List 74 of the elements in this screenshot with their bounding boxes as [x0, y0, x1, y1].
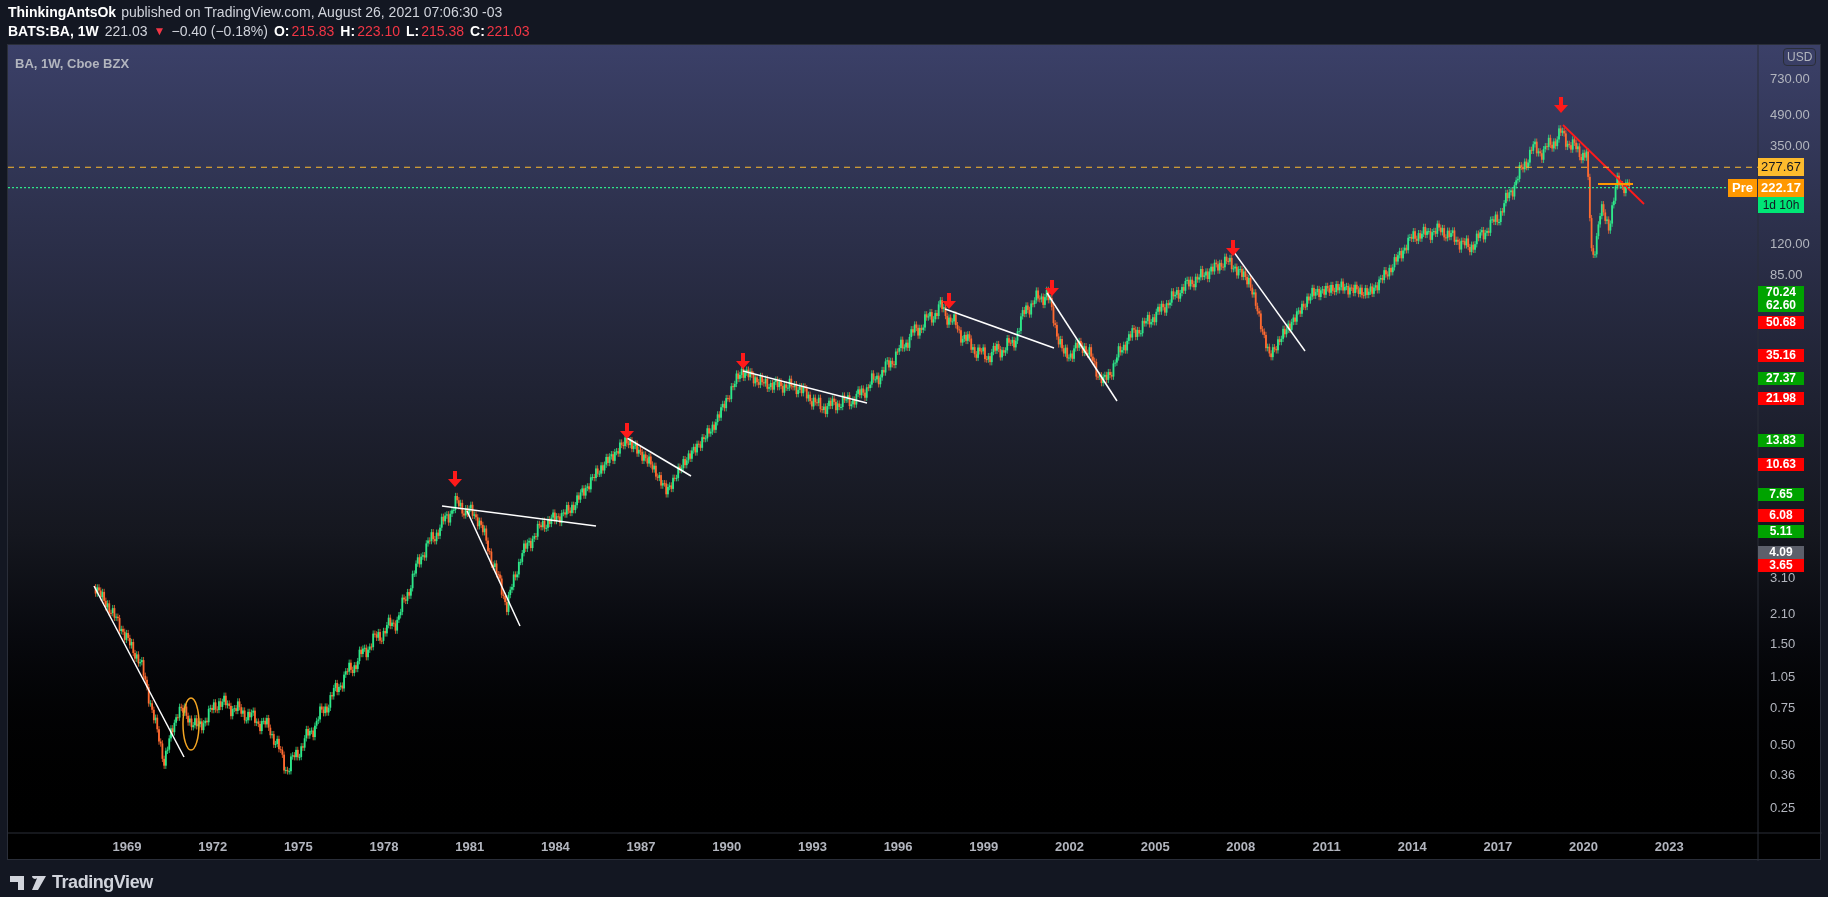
last-price: 221.03	[104, 22, 148, 41]
session-badge: Pre	[1728, 178, 1757, 197]
time-axis-label: 2008	[1225, 839, 1257, 855]
ohlc-value: 221.03	[486, 22, 530, 41]
time-axis-label: 2005	[1139, 839, 1171, 855]
price-axis-label: 490.00	[1769, 109, 1811, 122]
time-axis-label: 2014	[1396, 839, 1428, 855]
author-name: ThinkingAntsOk	[8, 3, 117, 22]
chart-legend: BA, 1W, Cboe BZX	[15, 54, 130, 74]
price-axis-label: 730.00	[1769, 72, 1811, 85]
price-badge: 5.11	[1758, 525, 1804, 539]
time-axis-label: 1969	[111, 839, 143, 855]
time-axis-label: 1996	[882, 839, 914, 855]
down-arrow-icon	[1554, 97, 1568, 113]
price-badge: 35.16	[1758, 349, 1804, 363]
down-arrow-icon	[448, 471, 462, 487]
price-badge: 7.65	[1758, 488, 1804, 502]
time-axis-label: 1981	[454, 839, 486, 855]
level-line	[1597, 183, 1634, 185]
ohlc-value: 215.83	[291, 22, 335, 41]
down-arrow-icon	[1045, 280, 1059, 296]
price-badge: 21.98	[1758, 392, 1804, 405]
down-arrow-icon	[620, 423, 634, 439]
price-badge: 6.08	[1758, 509, 1804, 523]
time-axis-label: 2011	[1311, 839, 1342, 855]
publish-info: published on TradingView.com, August 26, 2021 07:06:30 -03	[121, 3, 503, 22]
price-axis-label: 1.50	[1769, 638, 1797, 651]
ohlc-value: 215.38	[421, 22, 464, 41]
symbol-label: BATS:BA, 1W	[8, 22, 99, 41]
price-axis-label: 0.50	[1769, 738, 1797, 751]
logo-text: TradingView	[52, 871, 153, 894]
price-badge: 50.68	[1758, 315, 1804, 329]
price-axis-label: 0.75	[1769, 701, 1797, 714]
price-badge: 222.17	[1758, 178, 1804, 197]
price-badge: 10.63	[1758, 458, 1804, 472]
time-axis-label: 2017	[1482, 839, 1514, 855]
price-badge: 70.24	[1758, 285, 1804, 299]
price-axis-label: 120.00	[1769, 237, 1811, 250]
ohlc-value: 223.10	[357, 22, 400, 41]
price-axis-label: 85.00	[1769, 269, 1804, 282]
time-axis-label: 1990	[711, 839, 743, 855]
time-axis-label: 1999	[968, 839, 1000, 855]
time-axis-label: 1993	[796, 839, 828, 855]
price-axis-label: 0.36	[1769, 768, 1797, 781]
down-arrow-icon	[736, 353, 750, 369]
price-badge: 277.67	[1758, 158, 1804, 177]
time-axis-label: 2002	[1054, 839, 1085, 855]
ohlc-label: L:	[405, 22, 420, 41]
ellipse-marker	[182, 697, 200, 751]
price-badge: 27.37	[1758, 371, 1804, 385]
logo-icon	[10, 875, 46, 890]
price-badge: 4.09	[1758, 545, 1804, 559]
trend-line	[626, 437, 692, 477]
time-axis-label: 2023	[1653, 839, 1685, 855]
price-axis-label: 0.25	[1769, 802, 1797, 815]
ohlc-label: C:	[470, 22, 485, 41]
price-badge: 13.83	[1758, 434, 1804, 448]
ohlc-label: O:	[273, 22, 290, 41]
time-axis-label: 1984	[539, 839, 571, 855]
time-axis-label: 1978	[368, 839, 400, 855]
price-axis-label: 1.05	[1769, 670, 1797, 683]
time-axis-label: 1972	[197, 839, 229, 855]
down-triangle-icon: ▼	[153, 22, 166, 41]
down-arrow-icon	[1226, 240, 1240, 256]
price-axis-label: 350.00	[1769, 140, 1811, 153]
price-axis-label: 3.10	[1769, 572, 1797, 584]
currency-label: USD	[1783, 48, 1817, 66]
time-axis-label: 1975	[282, 839, 314, 855]
time-axis-label: 2020	[1568, 839, 1599, 855]
ohlc-label: H:	[340, 22, 356, 41]
down-arrow-icon	[942, 293, 956, 309]
price-axis-label: 2.10	[1769, 607, 1797, 620]
price-change: −0.40 (−0.18%)	[171, 22, 268, 41]
time-axis-label: 1987	[625, 839, 657, 855]
